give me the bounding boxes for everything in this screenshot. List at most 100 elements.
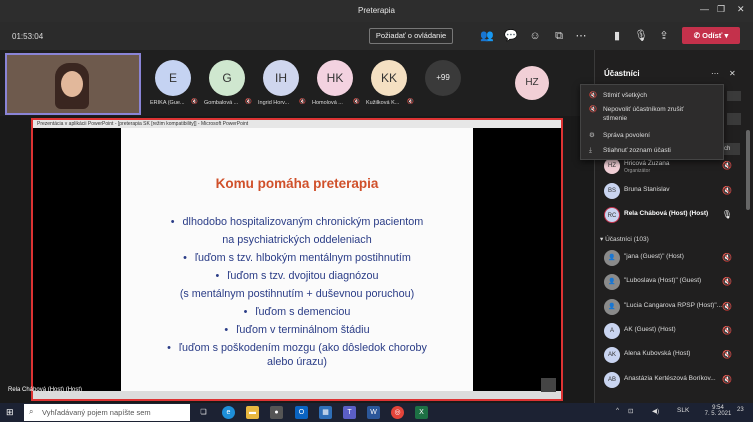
share-content-icon[interactable]: ⇪ [657, 29, 671, 43]
minimize-icon[interactable]: — [700, 4, 709, 14]
participants-context-menu: 🔇 Stlmiť všetkých 🔇 Nepovoliť účastníkom z… [580, 84, 724, 160]
attendee-row[interactable]: A AK (Guest) (Host) 🔇 [600, 321, 746, 343]
panel-close-icon[interactable]: ✕ [729, 69, 736, 78]
menu-label: Stiahnuť zoznam účasti [603, 147, 671, 154]
tray-chevron-icon[interactable]: ^ [616, 407, 619, 414]
menu-item-download-attendance[interactable]: ⤓ Stiahnuť zoznam účasti [589, 146, 671, 155]
menu-item-manage-permissions[interactable]: ⚙ Správa povolení [589, 131, 650, 140]
default-avatar-icon: 👤 [604, 274, 620, 290]
attendee-row[interactable]: AB Anastázia Kertészová Boríkov... 🔇 [600, 370, 746, 392]
participants-icon[interactable]: 👥 [480, 29, 494, 43]
participant-name: "Luboslava (Host)" (Guest) [624, 277, 702, 284]
participant-avatar[interactable]: HK [317, 60, 353, 96]
notification-icon[interactable]: 23 [737, 407, 744, 413]
chrome-icon[interactable]: ◎ [391, 406, 404, 419]
teams-icon[interactable]: T [343, 406, 356, 419]
avatar: AK [604, 347, 620, 363]
participant-name: Rela Chábová (Host) (Host) [624, 210, 709, 217]
language-indicator[interactable]: SLK [677, 407, 689, 414]
participant-avatar[interactable]: KK [371, 60, 407, 96]
panel-field-1[interactable] [727, 91, 741, 101]
slide-line-5: (s mentálnym postihnutím + duševnou poru… [179, 288, 415, 300]
file-explorer-icon[interactable]: ▬ [246, 406, 259, 419]
windows-start-icon[interactable]: ⊞ [6, 407, 14, 418]
slide-line-2: na psychiatrických oddeleniach [222, 234, 372, 246]
mic-muted-icon: 🔇 [722, 302, 732, 311]
attendee-row[interactable]: 👤 "jana (Guest)" (Host) 🔇 [600, 248, 746, 270]
participant-name: "Lucia Cangarova RPSP (Host)"... [624, 302, 723, 309]
mic-muted-icon: 🔇 [722, 277, 732, 286]
attendee-row[interactable]: 👤 "Luboslava (Host)" (Guest) 🔇 [600, 272, 746, 294]
window-title-bar: Preterapia — ❐ ✕ [0, 0, 753, 22]
search-icon: ⌕ [29, 407, 34, 416]
request-control-button[interactable]: Požiadať o ovládanie [369, 28, 453, 44]
slide-nav-control[interactable] [541, 378, 556, 392]
participant-row[interactable]: BS Bruna Stanislav 🔇 [600, 181, 746, 203]
reactions-icon[interactable]: ☺ [528, 29, 542, 43]
calculator-icon[interactable]: ▦ [319, 406, 332, 419]
panel-field-2[interactable] [727, 113, 741, 125]
outlook-icon[interactable]: O [295, 406, 308, 419]
download-icon: ⤓ [589, 147, 592, 154]
task-view-icon[interactable]: ❏ [197, 406, 210, 419]
network-icon[interactable]: ⊡ [628, 407, 633, 415]
participant-name: Homolová ... [312, 100, 343, 106]
presenter-name: Rela Chábová (Host) (Host) [8, 387, 83, 393]
slide-line-6: ľuďom s demenciou [121, 306, 473, 318]
participant-role: Organizátor [624, 168, 651, 174]
slide-line-3: ľuďom s tzv. hlbokým mentálnym postihnut… [121, 252, 473, 264]
taskbar-search-input[interactable]: Vyhľadávaný pojem napíšte sem [24, 404, 190, 421]
attendees-section-label[interactable]: ▾ Účastníci (103) [600, 235, 649, 243]
slide-line-9: alebo úrazu) [266, 356, 328, 368]
share-tray-icon[interactable]: ⧉ [552, 29, 566, 43]
mic-muted-icon: 🔇 [407, 99, 414, 105]
mic-active-icon: 🎙 [721, 210, 732, 219]
taskbar-clock[interactable]: 9:54 7. 5. 2021 [700, 405, 736, 417]
participant-name: Hricová Zuzana [624, 160, 670, 167]
mic-off-icon[interactable]: 🎙 [634, 29, 648, 43]
self-video-tile[interactable] [5, 53, 141, 115]
edge-icon[interactable]: e [222, 406, 235, 419]
default-avatar-icon: 👤 [604, 250, 620, 266]
participant-avatar[interactable]: G [209, 60, 245, 96]
menu-item-block-unmute[interactable]: 🔇 Nepovoliť účastníkom zrušiť stlmenie [589, 105, 709, 123]
participant-name: Kužilková K... [366, 100, 400, 106]
panel-scrollbar[interactable] [746, 130, 750, 210]
app-icon[interactable]: ● [270, 406, 283, 419]
close-icon[interactable]: ✕ [737, 4, 745, 15]
chat-icon[interactable]: 💬 [504, 29, 518, 43]
participant-avatar[interactable]: IH [263, 60, 299, 96]
mic-muted-icon: 🔇 [353, 99, 360, 105]
participant-name: Gombalová ... [204, 100, 239, 106]
leave-button[interactable]: ✆ Odísť ▾ [682, 27, 740, 44]
more-actions-icon[interactable]: ⋯ [574, 29, 588, 43]
attendee-row[interactable]: AK Alena Kubovská (Host) 🔇 [600, 345, 746, 367]
slide-line-8: ľuďom s poškodením mozgu (ako dôsledok c… [121, 342, 473, 354]
menu-item-mute-all[interactable]: 🔇 Stlmiť všetkých [589, 91, 647, 100]
more-participants-button[interactable]: +99 [425, 60, 461, 96]
participant-avatar[interactable]: E [155, 60, 191, 96]
mute-icon: 🔇 [589, 92, 598, 99]
participant-name: AK (Guest) (Host) [624, 326, 676, 333]
meeting-timer: 01:53:04 [12, 32, 44, 41]
panel-more-icon[interactable]: ⋯ [711, 69, 719, 78]
mic-muted-icon: 🔇 [245, 99, 252, 105]
word-icon[interactable]: W [367, 406, 380, 419]
participant-name: ERIKA (Gue... [150, 100, 185, 106]
block-unmute-icon: 🔇 [589, 106, 598, 113]
excel-icon[interactable]: X [415, 406, 428, 419]
menu-label: Stlmiť všetkých [603, 92, 647, 99]
menu-label: Správa povolení [603, 132, 650, 139]
slide-line-1: dlhodobo hospitalizovaným chronickým pac… [121, 216, 473, 228]
attendee-row[interactable]: 👤 "Lucia Cangarova RPSP (Host)"... 🔇 [600, 297, 746, 319]
camera-off-icon[interactable]: ▮ [610, 29, 624, 43]
volume-icon[interactable]: ◀) [652, 407, 659, 415]
maximize-icon[interactable]: ❐ [717, 4, 725, 15]
avatar: A [604, 323, 620, 339]
hz-avatar: HZ [515, 66, 549, 100]
powerpoint-title: Prezentácia v aplikácii PowerPoint - [pr… [33, 120, 561, 128]
participant-row[interactable]: RC Rela Chábová (Host) (Host) 🎙 [600, 205, 746, 227]
panel-partial-button[interactable]: ch [724, 143, 740, 155]
mic-muted-icon: 🔇 [722, 350, 732, 359]
clock-date: 7. 5. 2021 [704, 411, 732, 417]
